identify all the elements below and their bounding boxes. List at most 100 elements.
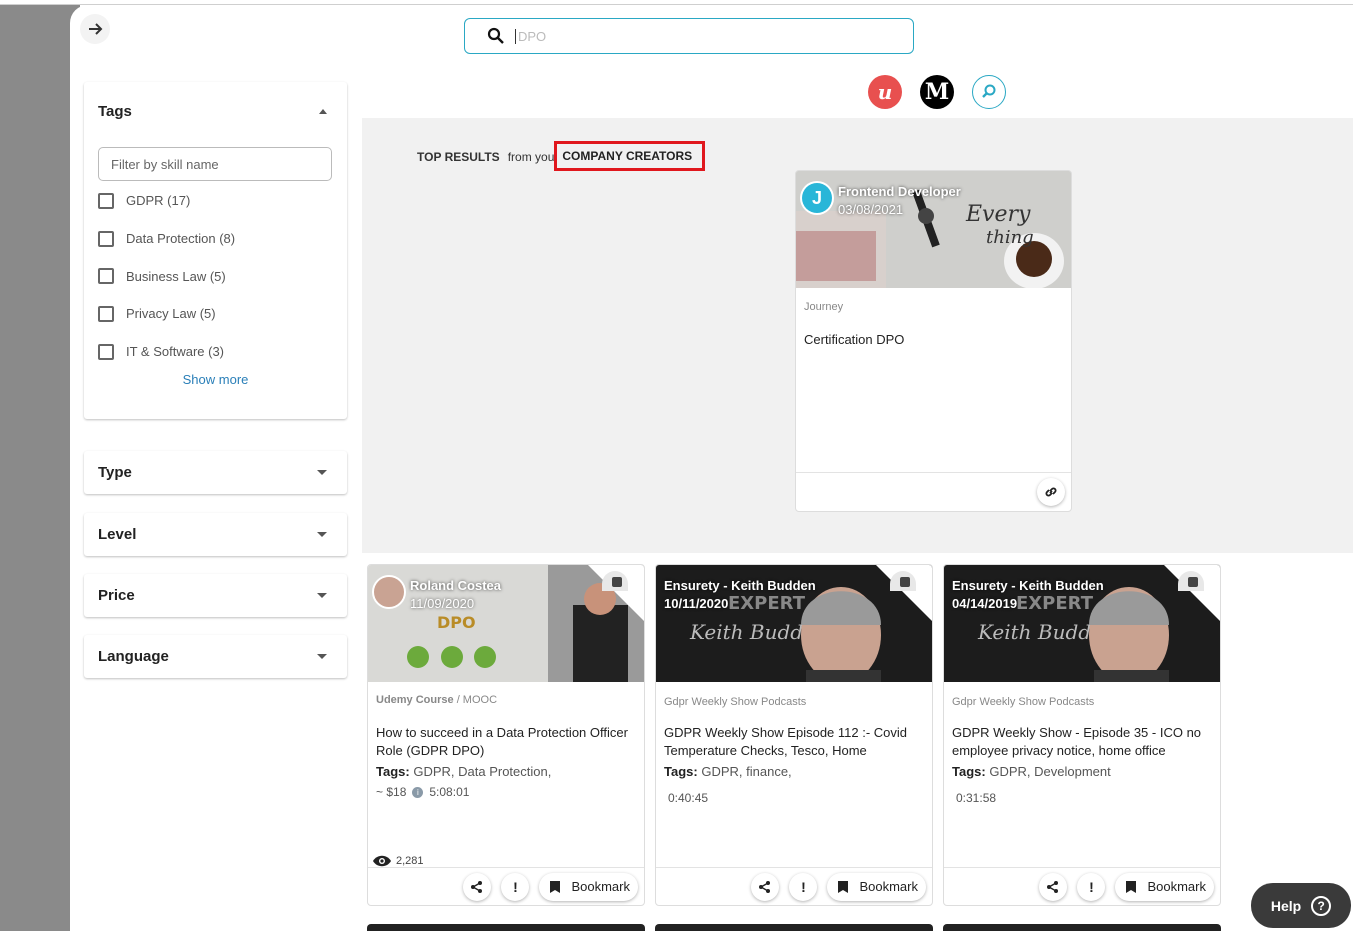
card-author-overlay: Ensurety - Keith Budden 04/14/2019 bbox=[952, 577, 1104, 613]
share-button[interactable] bbox=[1039, 872, 1068, 901]
result-card[interactable]: EXPERT Keith Budden Ensurety - Keith Bud… bbox=[655, 564, 933, 906]
tags-title: Tags bbox=[98, 102, 132, 120]
filter-label: Type bbox=[98, 464, 132, 481]
udemy-icon[interactable]: u bbox=[868, 75, 902, 109]
view-count: 2,281 bbox=[372, 855, 424, 867]
language-filter[interactable]: Language bbox=[84, 635, 347, 678]
skill-filter-input[interactable] bbox=[98, 147, 332, 181]
tag-option[interactable]: IT & Software (3) bbox=[98, 333, 333, 371]
result-card[interactable]: DPO Roland Costea 11/09/2020 Udemy Cours… bbox=[367, 564, 645, 906]
card-thumbnail: Every thing J Frontend Developer 03/08/2… bbox=[796, 171, 1071, 288]
report-button[interactable]: ! bbox=[1077, 872, 1106, 901]
tags-value: GDPR, Data Protection, bbox=[413, 764, 552, 779]
checkbox[interactable] bbox=[98, 192, 114, 209]
search-bar[interactable] bbox=[464, 18, 914, 54]
filter-label: Level bbox=[98, 526, 137, 543]
share-icon bbox=[1047, 880, 1059, 893]
card-type: Journey bbox=[804, 301, 844, 313]
link-icon bbox=[1045, 487, 1057, 497]
card-type: Udemy Course / MOOC bbox=[376, 694, 644, 706]
checkbox[interactable] bbox=[98, 343, 114, 360]
question-icon: ? bbox=[1311, 895, 1332, 916]
bookmark-button[interactable]: Bookmark bbox=[827, 872, 926, 901]
arrow-right-icon bbox=[89, 23, 103, 35]
card-meta: ~ $18 i 5:08:01 bbox=[376, 785, 636, 799]
card-duration: 5:08:01 bbox=[429, 785, 470, 799]
filter-label: Language bbox=[98, 648, 169, 665]
checkbox[interactable] bbox=[98, 305, 114, 322]
checkbox[interactable] bbox=[98, 268, 114, 285]
bookmark-corner-icon[interactable] bbox=[1178, 571, 1204, 591]
views-value: 2,281 bbox=[396, 855, 424, 867]
bookmark-corner-icon[interactable] bbox=[890, 571, 916, 591]
card-author: Roland Costea bbox=[410, 578, 502, 593]
exclamation-icon: ! bbox=[801, 878, 806, 895]
top-results-label: TOP RESULTS from you COMPANY CREATORS bbox=[417, 141, 706, 171]
card-duration: 0:31:58 bbox=[956, 791, 997, 805]
card-type-extra: Podcasts bbox=[1045, 696, 1095, 708]
tags-value: GDPR, Development bbox=[989, 764, 1111, 779]
bookmark-corner-icon[interactable] bbox=[602, 571, 628, 591]
checkbox[interactable] bbox=[98, 230, 114, 247]
card-date: 10/11/2020 bbox=[664, 596, 729, 611]
tags-value: GDPR, finance, bbox=[701, 764, 792, 779]
link-button[interactable] bbox=[1037, 478, 1065, 506]
search-icon bbox=[487, 27, 504, 44]
chevron-down-icon bbox=[317, 470, 327, 475]
card-title[interactable]: GDPR Weekly Show - Episode 35 - ICO no e… bbox=[952, 724, 1212, 760]
tag-option[interactable]: Data Protection (8) bbox=[98, 220, 333, 258]
filters-sidebar: Tags GDPR (17) Data Protection (8) Busin… bbox=[84, 82, 347, 419]
help-button[interactable]: Help ? bbox=[1251, 883, 1351, 928]
exclamation-icon: ! bbox=[513, 878, 518, 895]
card-author: Ensurety - Keith Budden bbox=[664, 578, 816, 593]
share-button[interactable] bbox=[751, 872, 780, 901]
tag-option[interactable]: GDPR (17) bbox=[98, 182, 333, 220]
report-button[interactable]: ! bbox=[501, 872, 530, 901]
level-filter[interactable]: Level bbox=[84, 513, 347, 556]
show-more-link[interactable]: Show more bbox=[98, 372, 333, 387]
card-meta: 0:40:45 bbox=[668, 791, 924, 805]
bookmark-button[interactable]: Bookmark bbox=[1115, 872, 1214, 901]
card-footer: ! Bookmark bbox=[656, 867, 932, 905]
medium-icon[interactable]: M bbox=[920, 75, 954, 109]
top-results-heading: TOP RESULTS bbox=[417, 150, 500, 164]
card-type-label: Gdpr Weekly Show bbox=[664, 696, 758, 708]
card-type-label: Udemy Course bbox=[376, 694, 454, 706]
share-icon bbox=[471, 880, 483, 893]
report-button[interactable]: ! bbox=[789, 872, 818, 901]
expand-sidebar-button[interactable] bbox=[80, 14, 110, 44]
tag-label: Data Protection (8) bbox=[126, 231, 236, 247]
find-icon[interactable] bbox=[972, 75, 1006, 109]
type-filter[interactable]: Type bbox=[84, 451, 347, 494]
tags-filter: Tags GDPR (17) Data Protection (8) Busin… bbox=[84, 82, 347, 419]
avatar: J bbox=[800, 181, 834, 215]
card-title[interactable]: How to succeed in a Data Protection Offi… bbox=[376, 724, 636, 760]
eye-icon bbox=[373, 855, 391, 867]
bookmark-button[interactable]: Bookmark bbox=[539, 872, 638, 901]
filter-label: Price bbox=[98, 587, 135, 604]
share-button[interactable] bbox=[463, 872, 492, 901]
tags-header[interactable]: Tags bbox=[98, 82, 333, 140]
search-input[interactable] bbox=[515, 28, 875, 44]
card-date: 11/09/2020 bbox=[410, 596, 475, 611]
result-card[interactable]: EXPERT Keith Budden Ensurety - Keith Bud… bbox=[943, 564, 1221, 906]
tag-option[interactable]: Privacy Law (5) bbox=[98, 295, 333, 333]
card-footer: ! Bookmark bbox=[944, 867, 1220, 905]
chevron-down-icon bbox=[317, 593, 327, 598]
dpo-thumb-text: DPO bbox=[437, 613, 476, 632]
card-type-extra: / MOOC bbox=[453, 694, 498, 706]
bookmark-label: Bookmark bbox=[1147, 879, 1206, 894]
card-thumbnail: EXPERT Keith Budden Ensurety - Keith Bud… bbox=[944, 565, 1220, 682]
tag-label: Business Law (5) bbox=[126, 268, 226, 284]
svg-text:Every: Every bbox=[965, 202, 1031, 227]
card-date: 03/08/2021 bbox=[838, 202, 904, 217]
share-icon bbox=[759, 880, 771, 893]
card-title[interactable]: GDPR Weekly Show Episode 112 :- Covid Te… bbox=[664, 724, 924, 760]
card-title[interactable]: Certification DPO bbox=[804, 331, 1063, 349]
price-filter[interactable]: Price bbox=[84, 574, 347, 617]
top-result-card[interactable]: Every thing J Frontend Developer 03/08/2… bbox=[795, 170, 1072, 512]
help-label: Help bbox=[1270, 897, 1302, 914]
info-icon[interactable]: i bbox=[412, 786, 424, 798]
tag-option[interactable]: Business Law (5) bbox=[98, 257, 333, 295]
tag-label: IT & Software (3) bbox=[126, 344, 225, 360]
